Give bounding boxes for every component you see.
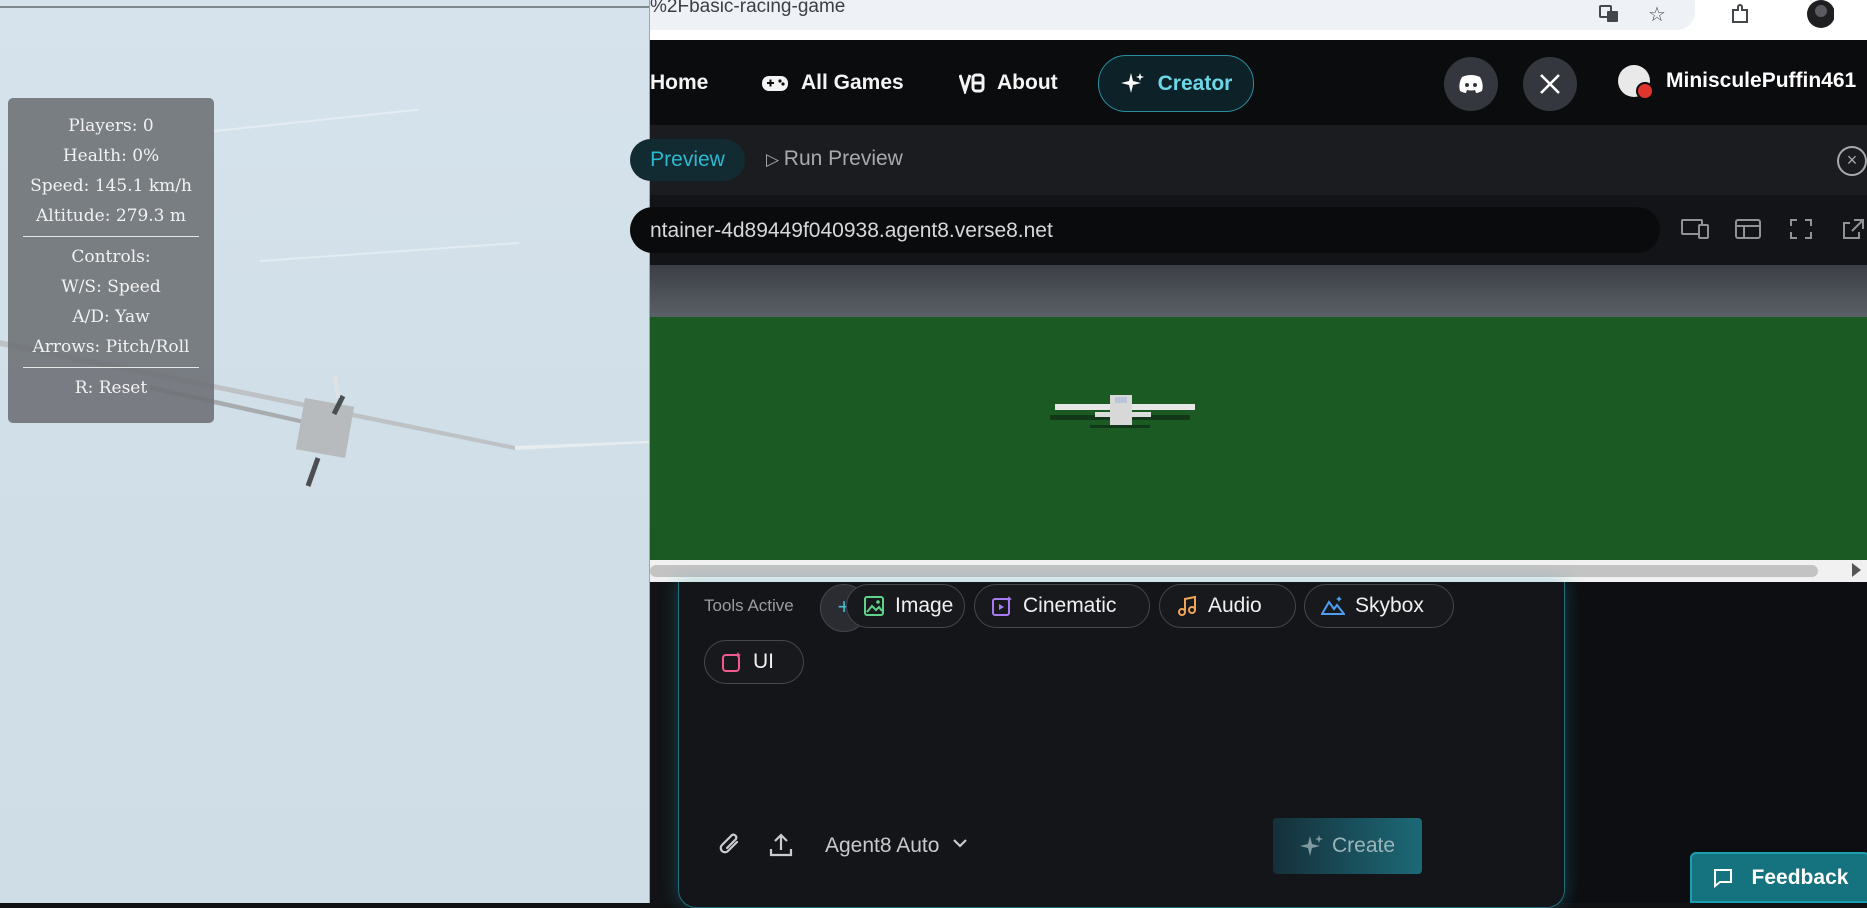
user-name[interactable]: MinisculePuffin461 (1666, 69, 1856, 93)
user-avatar[interactable] (1618, 65, 1654, 100)
tool-chip-ui-label: UI (753, 650, 774, 673)
nav-all-games-label: All Games (801, 71, 904, 94)
browser-window: %2Fbasic-racing-game ☆ Home All Games Ab… (630, 0, 1867, 908)
creator-label: Creator (1157, 71, 1233, 95)
upload-icon[interactable] (767, 830, 797, 860)
image-icon (863, 595, 885, 617)
x-twitter-button[interactable] (1523, 57, 1577, 111)
scrollbar-thumb[interactable] (650, 565, 1818, 577)
preview-ground (650, 317, 1867, 560)
create-button[interactable]: Create (1273, 818, 1422, 874)
tool-chip-skybox[interactable]: Skybox (1304, 584, 1454, 628)
chat-bubble-icon (1712, 867, 1734, 889)
translate-icon[interactable] (1595, 0, 1623, 28)
tool-chip-cinematic-label: Cinematic (1023, 594, 1117, 617)
plane-fuselage (295, 398, 355, 458)
gamepad-icon (761, 72, 789, 94)
tool-chip-audio[interactable]: Audio (1159, 584, 1296, 628)
play-icon: ▷ (766, 150, 784, 169)
tool-chip-skybox-label: Skybox (1355, 594, 1424, 617)
hud-speed: Speed: 145.1 km/h (30, 176, 192, 196)
layout-icon[interactable] (1734, 217, 1764, 243)
bookmark-star-icon[interactable]: ☆ (1643, 0, 1671, 28)
nav-all-games[interactable]: All Games (761, 68, 904, 98)
game-window[interactable]: Players: 0 Health: 0% Speed: 145.1 km/h … (0, 0, 650, 903)
preview-url-text[interactable]: ntainer-4d89449f040938.agent8.verse8.net (650, 219, 1053, 243)
responsive-devices-icon[interactable] (1680, 217, 1710, 243)
hud-altitude: Altitude: 279.3 m (35, 206, 187, 226)
video-sparkle-icon (991, 595, 1013, 617)
nav-about-label: About (997, 71, 1058, 94)
hud-players: Players: 0 (68, 116, 154, 136)
tool-chip-image-label: Image (895, 594, 954, 617)
tool-chip-image[interactable]: Image (846, 584, 965, 628)
scroll-right-arrow[interactable] (1852, 563, 1861, 577)
creator-button[interactable]: Creator (1098, 55, 1254, 112)
ui-sparkle-icon (721, 651, 743, 673)
fullscreen-icon[interactable] (1788, 217, 1818, 243)
run-preview-label: Run Preview (783, 147, 903, 170)
sparkle-icon (1299, 834, 1324, 858)
status-dot (1636, 82, 1654, 100)
tab-preview[interactable]: Preview (630, 139, 745, 181)
plane-tail-bottom (305, 457, 321, 487)
browser-url-bar: %2Fbasic-racing-game ☆ (650, 0, 1867, 40)
hud-controls-ad: A/D: Yaw (72, 307, 150, 327)
model-selector[interactable]: Agent8 Auto (825, 834, 939, 858)
feedback-label: Feedback (1751, 865, 1849, 889)
hud-controls-title: Controls: (71, 247, 151, 267)
nav-home[interactable]: Home (650, 68, 708, 98)
music-note-icon (1176, 595, 1198, 617)
hud-divider (23, 236, 199, 237)
omnibox-url[interactable]: %2Fbasic-racing-game (650, 0, 845, 18)
omnibox[interactable]: %2Fbasic-racing-game ☆ (650, 0, 1695, 30)
prompt-panel: Tools Active + Image Cinematic Audio Sky… (678, 582, 1565, 908)
nav-about[interactable]: About (959, 68, 1058, 98)
plane-antenna (333, 375, 340, 399)
nav-home-label: Home (650, 71, 709, 94)
tool-chip-ui[interactable]: UI (704, 640, 804, 684)
horizontal-scrollbar[interactable] (650, 560, 1867, 582)
tool-chip-audio-label: Audio (1208, 594, 1262, 617)
v8-logo-icon (959, 72, 985, 94)
chevron-down-icon[interactable] (951, 836, 969, 855)
feedback-button[interactable]: Feedback (1690, 852, 1867, 903)
tab-run-preview[interactable]: ▷ Run Preview (766, 147, 903, 171)
hud-health: Health: 0% (62, 146, 160, 166)
tool-chip-cinematic[interactable]: Cinematic (974, 584, 1150, 628)
x-icon (1540, 74, 1560, 94)
game-preview-viewport[interactable] (650, 265, 1867, 560)
paperclip-icon[interactable] (717, 830, 747, 860)
preview-tabbar: Preview ▷ Run Preview (630, 125, 1867, 195)
site-navbar: Home All Games About Creator MinisculePu… (650, 40, 1867, 125)
preview-plane (1050, 395, 1195, 428)
hud-controls-arrows: Arrows: Pitch/Roll (32, 337, 190, 357)
profile-avatar-icon[interactable] (1806, 0, 1834, 28)
discord-icon (1459, 75, 1483, 93)
create-label: Create (1331, 834, 1396, 857)
window-edge (0, 6, 649, 8)
hud-divider (23, 367, 199, 368)
plane-wing-right (515, 441, 649, 450)
close-icon[interactable]: × (1837, 146, 1867, 176)
open-external-icon[interactable] (1840, 217, 1867, 243)
hud-controls-reset: R: Reset (74, 378, 148, 398)
flight-hud: Players: 0 Health: 0% Speed: 145.1 km/h … (8, 98, 214, 423)
hud-controls-ws: W/S: Speed (61, 277, 161, 297)
extensions-icon[interactable] (1727, 0, 1755, 28)
preview-sky (650, 265, 1867, 317)
discord-button[interactable] (1444, 57, 1498, 111)
preview-address-row: ntainer-4d89449f040938.agent8.verse8.net (630, 195, 1867, 265)
sky-streak (259, 241, 520, 262)
mountain-icon (1321, 595, 1345, 617)
tools-active-label: Tools Active (704, 596, 794, 615)
sparkle-icon (1120, 71, 1146, 97)
